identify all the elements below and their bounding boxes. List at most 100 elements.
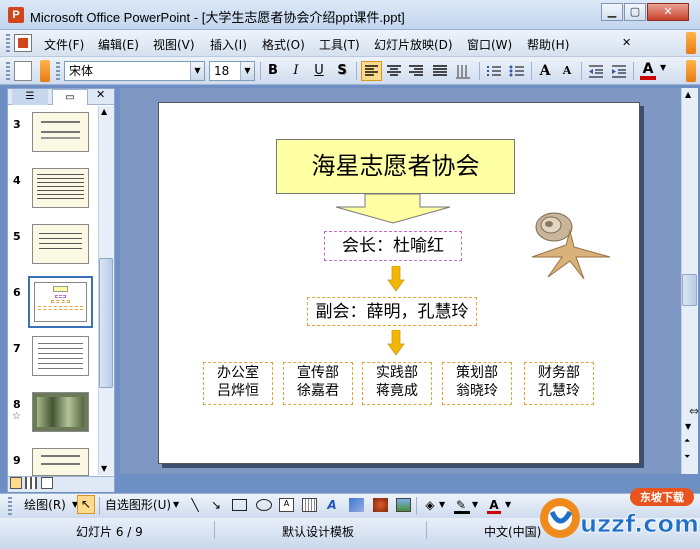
chevron-down-icon[interactable]: ▼ [173,500,179,509]
bullets-icon [509,65,524,77]
font-size-value: 18 [214,64,230,78]
outline-tab[interactable]: ☰ [12,89,48,105]
menu-slideshow[interactable]: 幻灯片放映(D) [374,36,453,53]
align-right-button[interactable] [406,62,426,83]
scroll-down-icon[interactable]: ▼ [101,464,107,473]
textbox-tool-icon[interactable]: A [279,498,294,512]
new-document-icon[interactable] [14,61,32,81]
vertical-text-button[interactable] [453,62,473,83]
slide-sorter-icon[interactable] [25,477,37,489]
font-size-select[interactable]: 18 ▼ [209,61,255,81]
menu-insert[interactable]: 插入(I) [210,36,247,53]
chevron-down-icon[interactable]: ▼ [472,500,478,509]
edit-scroll-thumb[interactable] [682,274,697,306]
vertical-textbox-icon[interactable] [302,498,317,512]
distribute-button[interactable] [430,62,450,83]
document-icon[interactable] [14,34,32,52]
italic-button[interactable]: I [286,62,306,80]
slide-thumbnail-5[interactable] [32,224,89,264]
grow-font-button[interactable]: A [535,62,555,80]
department-name: 策划部 [456,365,498,381]
slide-title[interactable]: 海星志愿者协会 [276,139,515,194]
maximize-button[interactable]: ▢ [624,3,646,21]
chevron-down-icon[interactable]: ▼ [505,500,511,509]
select-pointer-icon[interactable]: ↖ [77,495,95,514]
slide-thumbnail-7[interactable] [32,336,89,376]
department-box-practice[interactable]: 实践部 蒋竟成 [362,362,432,405]
president-box[interactable]: 会长：杜喻红 [324,231,462,261]
shadow-button[interactable]: S [332,62,352,80]
numbering-button[interactable] [484,62,504,83]
doc-close-icon[interactable]: ✕ [622,36,631,49]
oval-tool-icon[interactable] [256,499,272,511]
department-person: 蒋竟成 [376,383,418,399]
chevron-down-icon[interactable]: ▼ [240,62,254,80]
toolbar-separator [260,62,261,80]
menu-window[interactable]: 窗口(W) [467,36,512,53]
bullets-button[interactable] [507,62,527,83]
diagram-icon[interactable] [349,498,364,512]
picture-icon[interactable] [396,498,411,512]
menu-format[interactable]: 格式(O) [262,36,305,53]
menu-tools[interactable]: 工具(T) [319,36,360,53]
slide-thumbnail-4[interactable] [32,168,89,208]
scroll-up-icon[interactable]: ▲ [685,90,691,99]
vice-president-box[interactable]: 副会：薛明，孔慧玲 [307,297,477,326]
clipart-icon[interactable] [373,498,388,512]
watermark-subtitle: 东坡下载 [640,490,684,504]
slides-tab[interactable]: ▭ [52,89,88,105]
chevron-down-icon[interactable]: ▼ [660,63,666,72]
next-slide-icon[interactable]: ⏷ [684,452,690,462]
menu-file[interactable]: 文件(F) [44,36,84,53]
toolbar-options-icon[interactable] [686,60,696,82]
wordart-icon[interactable]: A [323,497,341,514]
department-box-publicity[interactable]: 宣传部 徐嘉君 [283,362,353,405]
toolbar-separator [356,62,357,80]
toolbar-separator [416,497,417,515]
scroll-up-icon[interactable]: ▲ [101,107,107,116]
slide-thumbnail-3[interactable] [32,112,89,152]
department-box-office[interactable]: 办公室 吕烨恒 [203,362,273,405]
scroll-down-icon[interactable]: ▼ [685,422,691,431]
toolbar-options-icon[interactable] [686,32,696,54]
arrow-tool-icon[interactable]: ↘ [208,497,224,514]
autoshapes-menu-button[interactable]: 自选图形(U) [104,497,172,514]
previous-slide-icon[interactable]: ⏶ [684,436,690,446]
slide-thumbnail-9[interactable] [32,448,89,476]
menu-help[interactable]: 帮助(H) [527,36,569,53]
slide-number: 8 [13,398,21,411]
close-button[interactable]: ✕ [647,3,689,21]
fill-color-icon[interactable]: ◈ [422,497,438,514]
toolbar-overflow-icon[interactable] [40,60,50,82]
seashell-starfish-image[interactable] [518,205,618,287]
increase-indent-button[interactable] [609,62,629,83]
underline-button[interactable]: U [309,62,329,80]
rectangle-tool-icon[interactable] [232,499,247,511]
panel-close-icon[interactable]: ✕ [96,88,105,101]
bold-button[interactable]: B [263,62,283,80]
minimize-button[interactable]: ▁ [601,3,623,21]
slide-thumbnail-8[interactable] [32,392,89,432]
menu-view[interactable]: 视图(V) [153,36,195,53]
chevron-down-icon[interactable]: ▼ [190,62,204,80]
line-tool-icon[interactable]: ╲ [187,497,203,514]
normal-view-icon[interactable] [10,477,22,489]
slide-thumbnail-6-selected[interactable] [28,276,93,328]
align-left-button[interactable] [361,61,382,81]
slideshow-icon[interactable] [41,477,53,489]
align-center-button[interactable] [384,62,404,83]
align-right-icon [409,65,423,76]
toolbar-separator [99,497,100,515]
draw-menu-button[interactable]: 绘图(R) [18,497,72,514]
decrease-indent-button[interactable] [586,62,606,83]
menu-edit[interactable]: 编辑(E) [98,36,139,53]
department-box-finance[interactable]: 财务部 孔慧玲 [524,362,594,405]
slides-scroll-thumb[interactable] [99,258,113,388]
status-separator [214,521,215,539]
shrink-font-button[interactable]: A [557,62,577,80]
font-color-button[interactable]: A [637,61,659,81]
department-box-planning[interactable]: 策划部 翁晓玲 [442,362,512,405]
font-name-select[interactable]: 宋体 ▼ [64,61,205,81]
chevron-down-icon[interactable]: ▼ [439,500,445,509]
decrease-indent-icon [589,65,603,78]
